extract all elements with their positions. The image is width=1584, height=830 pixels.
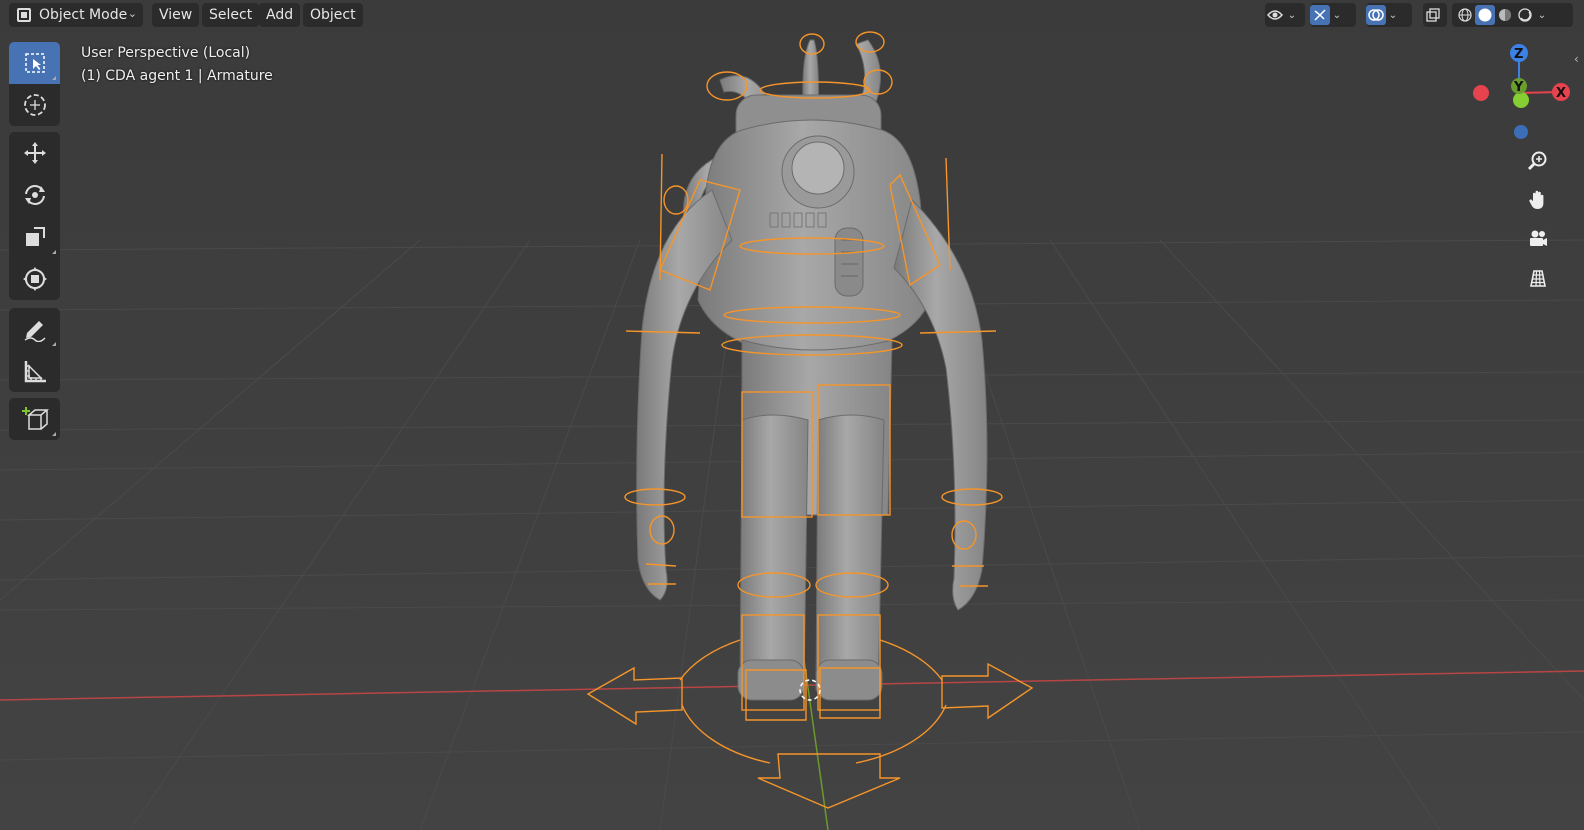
gizmo-neg-x[interactable]	[1473, 85, 1489, 101]
zoom-button[interactable]	[1521, 144, 1555, 178]
annotate-icon	[24, 321, 46, 342]
active-object-label: (1) CDA agent 1 | Armature	[81, 68, 273, 84]
overlay-dropdown[interactable]: ⌄	[1366, 3, 1412, 27]
xray-toggle[interactable]	[1423, 3, 1447, 27]
pan-button[interactable]	[1521, 183, 1555, 217]
pan-hand-icon	[1529, 190, 1544, 209]
zoom-icon	[1527, 151, 1547, 171]
rendered-shading-icon[interactable]	[1515, 5, 1535, 25]
toolbar-group-transform	[9, 132, 60, 300]
ortho-toggle-button[interactable]	[1521, 261, 1555, 295]
chevron-down-icon: ⌄	[1287, 9, 1297, 21]
viewport-scene: Z X Y	[0, 0, 1584, 830]
move-tool[interactable]	[9, 132, 60, 174]
tool-expand-icon	[52, 342, 56, 346]
cursor-icon	[23, 94, 46, 116]
material-shading-icon[interactable]	[1495, 5, 1515, 25]
chevron-down-icon: ⌄	[1537, 9, 1547, 21]
menu-object[interactable]: Object	[303, 3, 363, 27]
ortho-grid-icon	[1530, 270, 1546, 287]
camera-icon	[1530, 230, 1547, 246]
measure-icon	[24, 361, 46, 383]
perspective-label: User Perspective (Local)	[81, 45, 251, 61]
camera-view-button[interactable]	[1521, 222, 1555, 256]
sidebar-toggle-icon[interactable]: ‹	[1574, 52, 1579, 66]
3d-viewport[interactable]: Z X Y	[0, 0, 1584, 830]
annotate-tool[interactable]	[9, 308, 60, 350]
add-cube-tool[interactable]	[9, 398, 60, 440]
xray-icon	[1423, 5, 1443, 25]
chevron-down-icon: ⌄	[1332, 9, 1342, 21]
rotate-tool[interactable]	[9, 174, 60, 216]
mode-label: Object Mode	[39, 7, 128, 23]
chevron-down-icon: ⌄	[127, 7, 137, 20]
viewport-header: Object Mode ⌄ View Select Add Object ⌄ ⌄…	[0, 0, 1584, 30]
toolbar-group-select	[9, 42, 60, 126]
add-cube-icon	[21, 407, 49, 430]
tool-expand-icon	[52, 250, 56, 254]
solid-shading-icon[interactable]	[1475, 5, 1495, 25]
viewport-info: User Perspective (Local) (1) CDA agent 1…	[81, 42, 273, 88]
object-mode-icon	[17, 8, 31, 22]
measure-tool[interactable]	[9, 350, 60, 392]
gizmo-neg-z[interactable]	[1514, 125, 1528, 139]
select-box-icon	[24, 53, 45, 73]
chevron-down-icon: ⌄	[1388, 9, 1398, 21]
gizmo-y-label: Y	[1513, 80, 1524, 95]
transform-tool[interactable]	[9, 258, 60, 300]
visibility-dropdown[interactable]: ⌄	[1265, 3, 1305, 27]
shading-group: ⌄	[1452, 3, 1573, 27]
gizmo-icon	[1310, 5, 1330, 25]
scale-icon	[25, 227, 45, 246]
scale-tool[interactable]	[9, 216, 60, 258]
toolbar-group-annotate	[9, 308, 60, 392]
wireframe-shading-icon[interactable]	[1455, 5, 1475, 25]
cursor-tool[interactable]	[9, 84, 60, 126]
rotate-icon	[24, 185, 45, 205]
gizmo-x-label: X	[1556, 86, 1566, 101]
menu-select[interactable]: Select	[202, 3, 260, 27]
overlay-icon	[1366, 5, 1386, 25]
transform-icon	[22, 267, 47, 291]
menu-view[interactable]: View	[152, 3, 200, 27]
menu-add[interactable]: Add	[259, 3, 301, 27]
toolbar-group-add	[9, 398, 60, 440]
gizmo-dropdown[interactable]: ⌄	[1310, 3, 1356, 27]
gizmo-z-label: Z	[1514, 47, 1523, 62]
tool-expand-icon	[52, 432, 56, 436]
visibility-icon	[1265, 5, 1285, 25]
select-box-tool[interactable]	[9, 42, 60, 84]
move-icon	[23, 142, 46, 164]
mode-dropdown[interactable]: Object Mode ⌄	[9, 3, 143, 27]
tool-expand-icon	[52, 76, 56, 80]
